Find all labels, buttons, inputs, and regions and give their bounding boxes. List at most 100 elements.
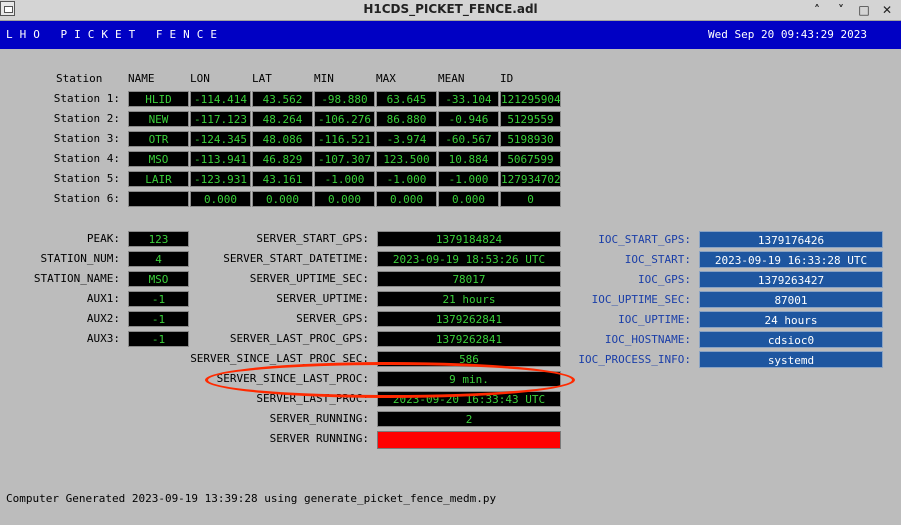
station-cell-max: -1.000 xyxy=(376,171,437,187)
aux-label-station-num: STATION_NUM: xyxy=(40,252,120,265)
station-cell-min: -98.880 xyxy=(314,91,375,107)
server-label-uptime-sec: SERVER_UPTIME_SEC: xyxy=(249,272,369,285)
header-banner: LHO PICKET FENCE Wed Sep 20 09:43:29 202… xyxy=(0,21,901,49)
header-station: Station xyxy=(56,72,103,85)
minimize-icon[interactable]: ˄ xyxy=(808,1,826,19)
server-value-uptime: 21 hours xyxy=(377,291,561,307)
station-cell-mean: -1.000 xyxy=(438,171,499,187)
server-label-start-datetime: SERVER_START_DATETIME: xyxy=(223,252,369,265)
station-row-label: Station 4: xyxy=(53,152,120,165)
aux-label-peak: PEAK: xyxy=(86,232,120,245)
station-cell-lon: -114.414 xyxy=(190,91,251,107)
aux-label-station-name: STATION_NAME: xyxy=(33,272,120,285)
header-id: ID xyxy=(500,72,514,85)
station-cell-name: HLID xyxy=(128,91,189,107)
station-cell-mean: -33.104 xyxy=(438,91,499,107)
server-label-last-proc-gps: SERVER_LAST_PROC_GPS: xyxy=(229,332,369,345)
annotation-ellipse xyxy=(205,362,575,398)
server-value-uptime-sec: 78017 xyxy=(377,271,561,287)
ioc-label-gps: IOC_GPS: xyxy=(638,273,691,286)
header-lon: LON xyxy=(190,72,210,85)
station-cell-mean: -60.567 xyxy=(438,131,499,147)
station-cell-name: LAIR xyxy=(128,171,189,187)
station-cell-min: -116.521 xyxy=(314,131,375,147)
station-cell-id: 5067599 xyxy=(500,151,561,167)
close-icon[interactable]: ✕ xyxy=(878,1,896,19)
station-cell-lat: 43.161 xyxy=(252,171,313,187)
ioc-value-gps: 1379263427 xyxy=(699,271,883,288)
banner-datetime: Wed Sep 20 09:43:29 2023 xyxy=(708,28,867,41)
ioc-value-hostname: cdsioc0 xyxy=(699,331,883,348)
server-label-running-indicator: SERVER RUNNING: xyxy=(269,432,369,445)
ioc-value-process-info: systemd xyxy=(699,351,883,368)
station-cell-lat: 48.264 xyxy=(252,111,313,127)
station-cell-lat: 43.562 xyxy=(252,91,313,107)
station-cell-lon: 0.000 xyxy=(190,191,251,207)
station-cell-max: 123.500 xyxy=(376,151,437,167)
station-cell-lon: -113.941 xyxy=(190,151,251,167)
header-max: MAX xyxy=(376,72,396,85)
station-cell-lon: -117.123 xyxy=(190,111,251,127)
station-row-label: Station 6: xyxy=(53,192,120,205)
restore-icon[interactable]: ˅ xyxy=(832,1,850,19)
server-value-gps: 1379262841 xyxy=(377,311,561,327)
station-cell-id: 1279347026 xyxy=(500,171,561,187)
station-cell-name: MSO xyxy=(128,151,189,167)
station-cell-id: 5129559 xyxy=(500,111,561,127)
aux-label-aux3: AUX3: xyxy=(86,332,120,345)
station-cell-name: OTR xyxy=(128,131,189,147)
ioc-value-uptime-sec: 87001 xyxy=(699,291,883,308)
server-running-alarm-indicator xyxy=(377,431,561,449)
station-cell-lat: 46.829 xyxy=(252,151,313,167)
station-cell-mean: 0.000 xyxy=(438,191,499,207)
server-value-start-gps: 1379184824 xyxy=(377,231,561,247)
aux-label-aux2: AUX2: xyxy=(86,312,120,325)
station-cell-mean: -0.946 xyxy=(438,111,499,127)
station-cell-lat: 0.000 xyxy=(252,191,313,207)
station-cell-name: NEW xyxy=(128,111,189,127)
station-cell-max: 86.880 xyxy=(376,111,437,127)
ioc-label-hostname: IOC_HOSTNAME: xyxy=(604,333,691,346)
footer-generated-note: Computer Generated 2023-09-19 13:39:28 u… xyxy=(6,492,497,505)
maximize-icon[interactable]: □ xyxy=(855,1,873,19)
station-row-label: Station 5: xyxy=(53,172,120,185)
station-cell-max: 63.645 xyxy=(376,91,437,107)
ioc-label-process-info: IOC_PROCESS_INFO: xyxy=(578,353,691,366)
ioc-label-uptime: IOC_UPTIME: xyxy=(618,313,691,326)
station-cell-name xyxy=(128,191,189,207)
station-cell-max: 0.000 xyxy=(376,191,437,207)
ioc-value-start-gps: 1379176426 xyxy=(699,231,883,248)
banner-title: LHO PICKET FENCE xyxy=(6,28,224,41)
station-cell-min: -1.000 xyxy=(314,171,375,187)
station-cell-max: -3.974 xyxy=(376,131,437,147)
header-name: NAME xyxy=(128,72,155,85)
station-cell-lat: 48.086 xyxy=(252,131,313,147)
station-cell-min: -106.276 xyxy=(314,111,375,127)
station-cell-id: 5198930 xyxy=(500,131,561,147)
station-cell-id: 1212959044 xyxy=(500,91,561,107)
station-cell-id: 0 xyxy=(500,191,561,207)
header-lat: LAT xyxy=(252,72,272,85)
server-label-gps: SERVER_GPS: xyxy=(296,312,369,325)
station-row-label: Station 3: xyxy=(53,132,120,145)
server-label-uptime: SERVER_UPTIME: xyxy=(276,292,369,305)
ioc-label-uptime-sec: IOC_UPTIME_SEC: xyxy=(591,293,691,306)
window-titlebar: H1CDS_PICKET_FENCE.adl ˄ ˅ □ ✕ xyxy=(0,0,901,21)
server-value-start-datetime: 2023-09-19 18:53:26 UTC xyxy=(377,251,561,267)
ioc-label-start-gps: IOC_START_GPS: xyxy=(598,233,691,246)
station-cell-lon: -124.345 xyxy=(190,131,251,147)
server-label-start-gps: SERVER_START_GPS: xyxy=(256,232,369,245)
server-label-running: SERVER_RUNNING: xyxy=(269,412,369,425)
aux-label-aux1: AUX1: xyxy=(86,292,120,305)
ioc-value-uptime: 24 hours xyxy=(699,311,883,328)
server-value-last-proc-gps: 1379262841 xyxy=(377,331,561,347)
station-cell-lon: -123.931 xyxy=(190,171,251,187)
server-value-running: 2 xyxy=(377,411,561,427)
window-title: H1CDS_PICKET_FENCE.adl xyxy=(363,2,538,16)
ioc-value-start: 2023-09-19 16:33:28 UTC xyxy=(699,251,883,268)
station-row-label: Station 2: xyxy=(53,112,120,125)
station-cell-min: 0.000 xyxy=(314,191,375,207)
header-mean: MEAN xyxy=(438,72,465,85)
station-cell-mean: 10.884 xyxy=(438,151,499,167)
station-row-label: Station 1: xyxy=(53,92,120,105)
